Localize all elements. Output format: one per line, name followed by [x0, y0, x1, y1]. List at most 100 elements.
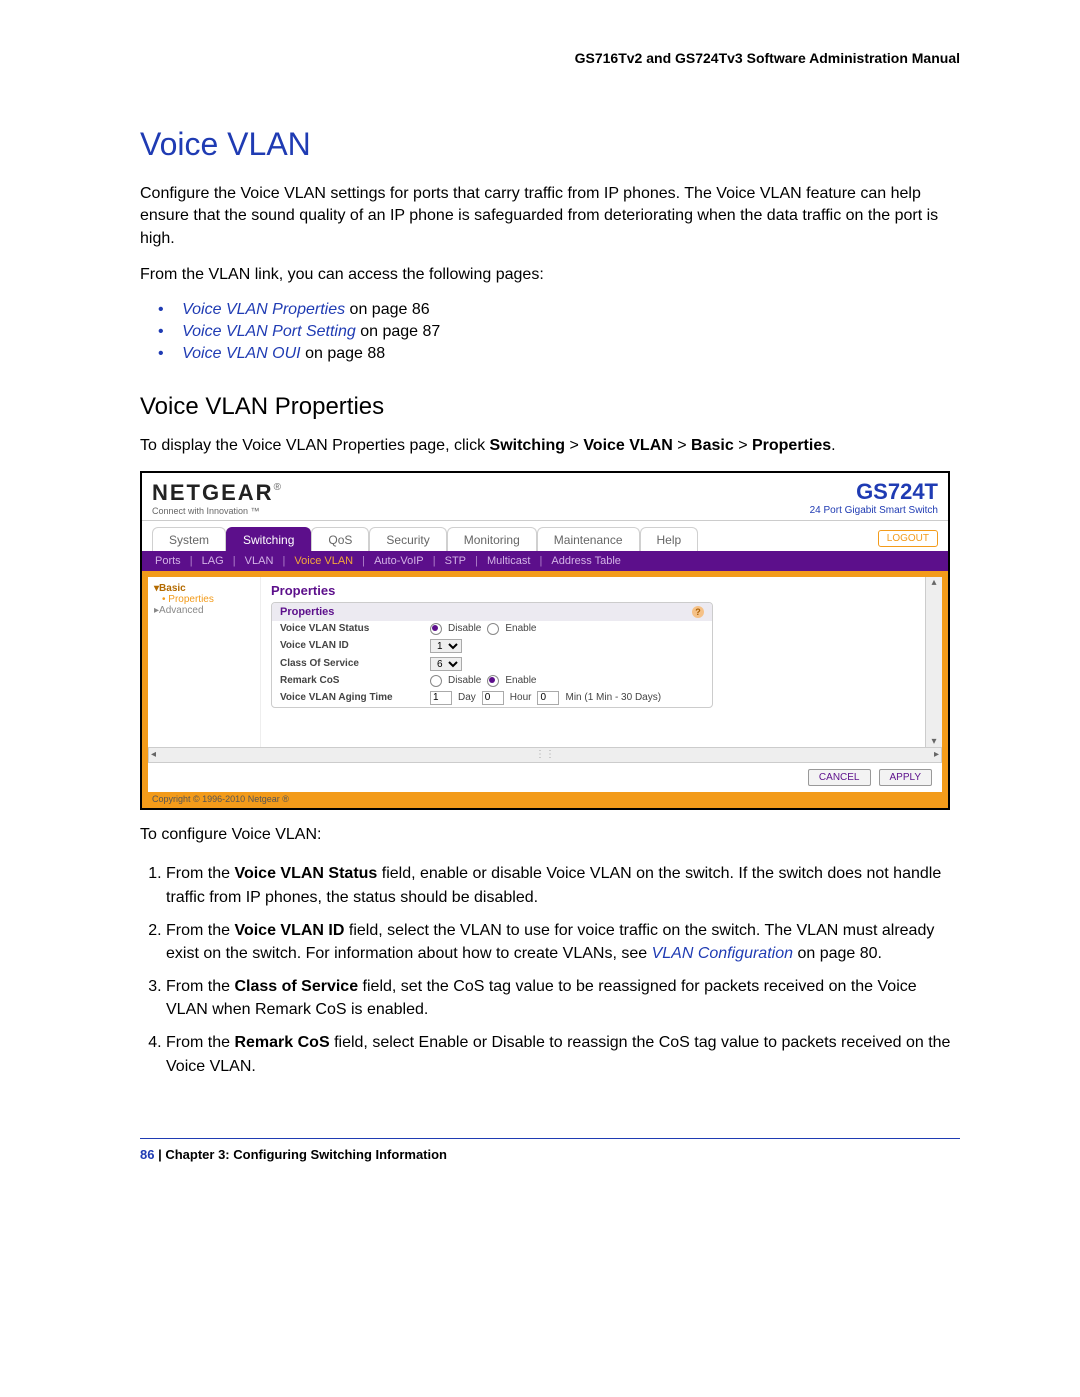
step1-bold: Voice VLAN Status	[234, 865, 377, 882]
help-icon[interactable]: ?	[692, 606, 704, 618]
step-1: From the Voice VLAN Status field, enable…	[166, 862, 960, 908]
model-block: GS724T 24 Port Gigabit Smart Switch	[810, 479, 938, 516]
chapter-label: Chapter 3: Configuring Switching Informa…	[165, 1147, 447, 1162]
select-vlan-id[interactable]: 1	[430, 639, 462, 653]
ss-footer-buttons: CANCEL APPLY	[148, 763, 942, 792]
label-vlan-id: Voice VLAN ID	[280, 640, 420, 651]
ss-main: Properties Properties ? Voice VLAN Statu…	[261, 577, 942, 747]
embedded-screenshot: NETGEAR® Connect with Innovation ™ GS724…	[140, 471, 950, 810]
ss-body: ▾Basic • Properties ▸Advanced Properties…	[148, 577, 942, 747]
subnav-lag[interactable]: LAG	[202, 555, 224, 567]
subnav-vlan[interactable]: VLAN	[245, 555, 274, 567]
subnav-auto-voip[interactable]: Auto-VoIP	[374, 555, 424, 567]
sidebar-advanced[interactable]: ▸Advanced	[154, 605, 254, 616]
sidebar-basic[interactable]: ▾Basic	[154, 583, 254, 594]
scroll-down-icon[interactable]: ▾	[931, 736, 936, 747]
model-name: GS724T	[856, 479, 938, 504]
scroll-right-icon[interactable]: ▸	[934, 749, 939, 760]
radio-status-disable[interactable]	[430, 623, 442, 635]
manual-header: GS716Tv2 and GS724Tv3 Software Administr…	[140, 50, 960, 66]
ss-copyright: Copyright © 1996-2010 Netgear ®	[142, 792, 948, 808]
page-links-list: Voice VLAN Properties on page 86 Voice V…	[140, 301, 960, 363]
select-cos[interactable]: 6	[430, 657, 462, 671]
brand-tagline: Connect with Innovation ™	[152, 506, 281, 516]
step2-bold: Voice VLAN ID	[234, 922, 344, 939]
label-min: Min (1 Min - 30 Days)	[565, 692, 661, 703]
link-vvlan-oui[interactable]: Voice VLAN OUI	[182, 345, 301, 362]
subnav-voice-vlan[interactable]: Voice VLAN	[294, 555, 353, 567]
tab-system[interactable]: System	[152, 527, 226, 551]
nav-pre: To display the Voice VLAN Properties pag…	[140, 437, 490, 454]
intro-paragraph-1: Configure the Voice VLAN settings for po…	[140, 183, 960, 250]
ss-header: NETGEAR® Connect with Innovation ™ GS724…	[142, 473, 948, 521]
input-aging-hour[interactable]	[482, 691, 504, 705]
link-vlan-configuration[interactable]: VLAN Configuration	[652, 945, 793, 962]
post-screenshot-text: To configure Voice VLAN:	[140, 824, 960, 846]
radio-label-remark-disable: Disable	[448, 675, 481, 686]
horizontal-scrollbar[interactable]: ◂ ⋮⋮ ▸	[148, 747, 942, 763]
box-title: Properties	[280, 606, 334, 618]
apply-button[interactable]: APPLY	[879, 769, 933, 786]
link-item-port-setting: Voice VLAN Port Setting on page 87	[158, 323, 960, 341]
step-2: From the Voice VLAN ID field, select the…	[166, 919, 960, 965]
label-status: Voice VLAN Status	[280, 623, 420, 634]
link-item-oui: Voice VLAN OUI on page 88	[158, 345, 960, 363]
tab-help[interactable]: Help	[640, 527, 699, 551]
subnav-ports[interactable]: Ports	[155, 555, 181, 567]
tab-switching[interactable]: Switching	[226, 527, 311, 551]
input-aging-day[interactable]	[430, 691, 452, 705]
scroll-up-icon[interactable]: ▴	[931, 577, 936, 588]
tab-security[interactable]: Security	[369, 527, 446, 551]
radio-label-remark-enable: Enable	[505, 675, 536, 686]
radio-label-disable: Disable	[448, 623, 481, 634]
ss-tabs-row: System Switching QoS Security Monitoring…	[142, 521, 948, 551]
page-footer: 86 | Chapter 3: Configuring Switching In…	[140, 1138, 960, 1162]
link-tail: on page 87	[356, 323, 441, 340]
label-hour: Hour	[510, 692, 532, 703]
cancel-button[interactable]: CANCEL	[808, 769, 871, 786]
ss-sidebar: ▾Basic • Properties ▸Advanced	[148, 577, 261, 747]
link-tail: on page 86	[345, 301, 430, 318]
radio-label-enable: Enable	[505, 623, 536, 634]
brand-reg: ®	[274, 482, 281, 493]
link-item-properties: Voice VLAN Properties on page 86	[158, 301, 960, 319]
label-aging: Voice VLAN Aging Time	[280, 692, 420, 703]
label-day: Day	[458, 692, 476, 703]
subnav-address-table[interactable]: Address Table	[551, 555, 621, 567]
vertical-scrollbar[interactable]: ▴ ▾	[925, 577, 942, 747]
box-header: Properties ?	[272, 603, 712, 621]
scroll-track[interactable]: ⋮⋮	[156, 749, 934, 760]
link-tail: on page 88	[301, 345, 386, 362]
subnav-multicast[interactable]: Multicast	[487, 555, 530, 567]
nav-basic: Basic	[691, 437, 734, 454]
nav-path-text: To display the Voice VLAN Properties pag…	[140, 435, 960, 457]
nav-voice-vlan: Voice VLAN	[583, 437, 673, 454]
input-aging-min[interactable]	[537, 691, 559, 705]
properties-box: Properties ? Voice VLAN Status Disable E…	[271, 602, 713, 708]
link-vvlan-properties[interactable]: Voice VLAN Properties	[182, 301, 345, 318]
tab-maintenance[interactable]: Maintenance	[537, 527, 640, 551]
intro-paragraph-2: From the VLAN link, you can access the f…	[140, 264, 960, 286]
label-cos: Class Of Service	[280, 658, 420, 669]
tab-monitoring[interactable]: Monitoring	[447, 527, 537, 551]
tab-qos[interactable]: QoS	[311, 527, 369, 551]
steps-list: From the Voice VLAN Status field, enable…	[140, 862, 960, 1078]
logout-button[interactable]: LOGOUT	[878, 530, 938, 547]
subsection-title: Voice VLAN Properties	[140, 393, 960, 421]
panel-title: Properties	[271, 583, 932, 598]
radio-remark-enable[interactable]	[487, 675, 499, 687]
sidebar-properties[interactable]: • Properties	[162, 594, 254, 605]
radio-remark-disable[interactable]	[430, 675, 442, 687]
nav-switching: Switching	[490, 437, 566, 454]
step-4: From the Remark CoS field, select Enable…	[166, 1031, 960, 1077]
step3-bold: Class of Service	[234, 978, 358, 995]
ss-subnav: Ports | LAG | VLAN | Voice VLAN | Auto-V…	[142, 551, 948, 571]
footer-sep: |	[154, 1147, 165, 1162]
nav-properties: Properties	[752, 437, 831, 454]
subnav-stp[interactable]: STP	[445, 555, 466, 567]
page-number: 86	[140, 1147, 154, 1162]
step4-bold: Remark CoS	[234, 1034, 329, 1051]
radio-status-enable[interactable]	[487, 623, 499, 635]
link-vvlan-port-setting[interactable]: Voice VLAN Port Setting	[182, 323, 356, 340]
section-title: Voice VLAN	[140, 126, 960, 163]
